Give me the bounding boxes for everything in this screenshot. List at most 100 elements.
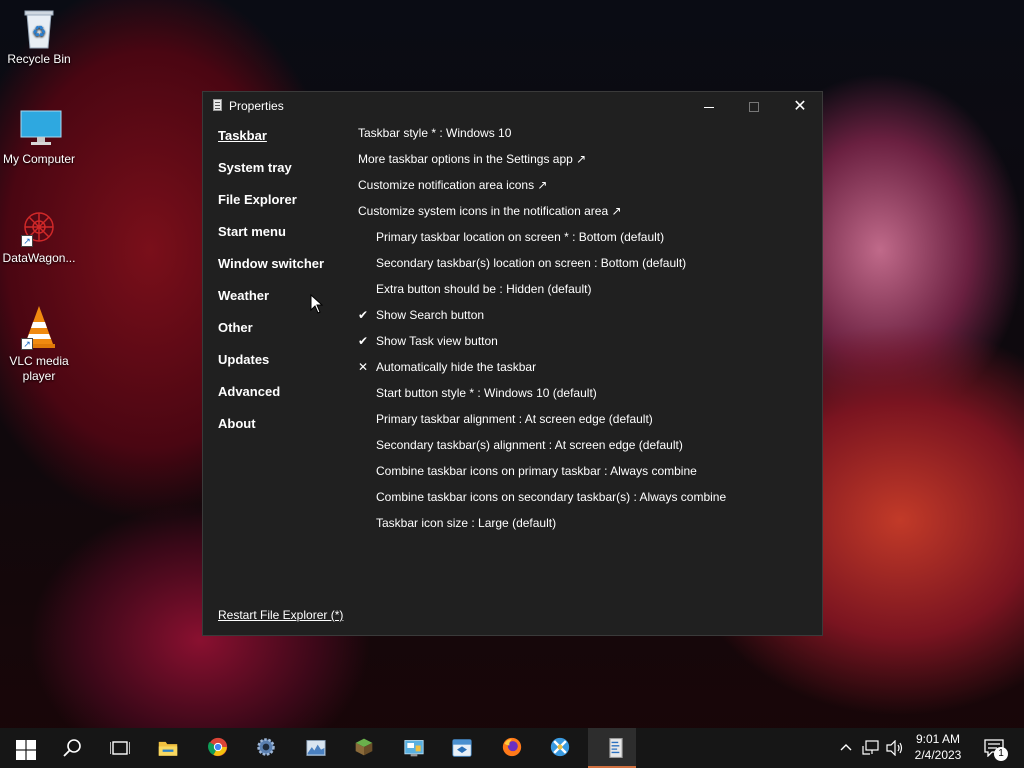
close-icon: ✕ bbox=[793, 98, 807, 115]
setting-start-button-style[interactable]: Start button style * : Windows 10 (defau… bbox=[358, 386, 818, 412]
taskbar: 9:01 AM 2/4/2023 1 bbox=[0, 728, 1024, 768]
desktop-icon-label: DataWagon... bbox=[2, 251, 76, 265]
monitor-icon bbox=[19, 108, 62, 148]
sidebar-item-other[interactable]: Other bbox=[218, 320, 324, 352]
desktop-icon-label: Recycle Bin bbox=[7, 52, 71, 66]
desktop-icon-label: My Computer bbox=[2, 152, 76, 166]
properties-app-icon bbox=[213, 99, 222, 111]
sidebar-item-system-tray[interactable]: System tray bbox=[218, 160, 324, 192]
maximize-button[interactable] bbox=[731, 92, 777, 120]
setting-extra-button[interactable]: Extra button should be : Hidden (default… bbox=[358, 282, 818, 308]
sidebar-item-taskbar[interactable]: Taskbar bbox=[218, 128, 324, 160]
setting-icon-size[interactable]: Taskbar icon size : Large (default) bbox=[358, 516, 818, 542]
setting-auto-hide-taskbar[interactable]: ✕ Automatically hide the taskbar bbox=[358, 360, 818, 386]
properties-app-icon bbox=[609, 738, 623, 758]
setting-label: Show Search button bbox=[376, 308, 485, 322]
settings-gear-icon bbox=[257, 738, 275, 756]
link-system-icons[interactable]: Customize system icons in the notificati… bbox=[358, 204, 818, 230]
setting-label: Taskbar style * : Windows 10 bbox=[358, 126, 512, 140]
setting-primary-location[interactable]: Primary taskbar location on screen * : B… bbox=[358, 230, 818, 256]
sidebar-item-advanced[interactable]: Advanced bbox=[218, 384, 324, 416]
maximize-icon bbox=[749, 102, 759, 113]
taskbar-app-tool[interactable] bbox=[538, 728, 586, 768]
setting-label: Secondary taskbar(s) alignment : At scre… bbox=[376, 438, 683, 452]
setting-secondary-location[interactable]: Secondary taskbar(s) location on screen … bbox=[358, 256, 818, 282]
taskbar-app-file-explorer[interactable] bbox=[146, 728, 194, 768]
setting-label: Primary taskbar location on screen * : B… bbox=[376, 230, 665, 244]
vlc-icon: ↗ bbox=[19, 304, 59, 350]
restart-explorer-link[interactable]: Restart File Explorer (*) bbox=[218, 608, 343, 622]
datawagon-icon: ↗ bbox=[19, 207, 59, 247]
clock-time: 9:01 AM bbox=[915, 732, 961, 746]
taskbar-app-settings[interactable] bbox=[244, 728, 292, 768]
taskbar-app-monitor[interactable] bbox=[294, 728, 342, 768]
network-icon[interactable] bbox=[862, 740, 880, 756]
taskbar-app-minecraft[interactable] bbox=[342, 728, 390, 768]
sidebar-item-updates[interactable]: Updates bbox=[218, 352, 324, 384]
checkmark-icon: ✔ bbox=[358, 308, 369, 322]
setting-label: Taskbar icon size : Large (default) bbox=[376, 516, 557, 530]
desktop-icon-datawagon[interactable]: ↗ DataWagon... bbox=[0, 207, 78, 266]
setting-label: Customize system icons in the notificati… bbox=[358, 204, 622, 218]
task-view-icon bbox=[110, 741, 130, 755]
mouse-cursor-icon bbox=[310, 294, 324, 314]
start-icon bbox=[16, 740, 36, 760]
setting-taskbar-style[interactable]: Taskbar style * : Windows 10 bbox=[358, 126, 818, 152]
setting-label: Show Task view button bbox=[376, 334, 498, 348]
notification-center-button[interactable]: 1 bbox=[978, 728, 1018, 768]
taskbar-app-control-panel[interactable] bbox=[392, 728, 440, 768]
search-icon bbox=[63, 739, 81, 757]
setting-primary-alignment[interactable]: Primary taskbar alignment : At screen ed… bbox=[358, 412, 818, 438]
chrome-icon bbox=[208, 737, 228, 757]
app-window-icon bbox=[452, 739, 472, 757]
window-title: Properties bbox=[229, 99, 284, 113]
taskbar-app-firefox[interactable] bbox=[490, 728, 538, 768]
settings-list: Taskbar style * : Windows 10 More taskba… bbox=[358, 126, 818, 542]
cross-mark-icon: ✕ bbox=[358, 360, 369, 374]
clock[interactable]: 9:01 AM 2/4/2023 bbox=[904, 731, 972, 763]
setting-combine-primary[interactable]: Combine taskbar icons on primary taskbar… bbox=[358, 464, 818, 490]
minecraft-icon bbox=[355, 738, 373, 756]
sidebar-nav: Taskbar System tray File Explorer Start … bbox=[218, 128, 324, 448]
desktop-icon-recycle-bin[interactable]: ♻ Recycle Bin bbox=[0, 8, 78, 67]
notification-count-badge: 1 bbox=[994, 747, 1008, 761]
taskbar-app-properties[interactable] bbox=[588, 728, 636, 768]
link-settings-app-options[interactable]: More taskbar options in the Settings app… bbox=[358, 152, 818, 178]
checkmark-icon: ✔ bbox=[358, 334, 369, 348]
taskbar-app-chrome[interactable] bbox=[196, 728, 244, 768]
title-bar[interactable]: Properties ✕ bbox=[203, 92, 822, 120]
firefox-icon bbox=[502, 737, 522, 757]
setting-label: Extra button should be : Hidden (default… bbox=[376, 282, 592, 296]
link-notification-area-icons[interactable]: Customize notification area icons ↗ bbox=[358, 178, 818, 204]
shortcut-arrow-icon: ↗ bbox=[21, 235, 33, 247]
task-view-button[interactable] bbox=[96, 728, 144, 768]
setting-show-task-view-button[interactable]: ✔ Show Task view button bbox=[358, 334, 818, 360]
sidebar-item-start-menu[interactable]: Start menu bbox=[218, 224, 324, 256]
shortcut-arrow-icon: ↗ bbox=[21, 338, 33, 350]
chevron-up-icon[interactable] bbox=[840, 742, 852, 754]
desktop-icon-label: VLC media player bbox=[9, 354, 69, 383]
close-button[interactable]: ✕ bbox=[777, 92, 823, 120]
svg-text:♻: ♻ bbox=[32, 22, 46, 41]
clock-date: 2/4/2023 bbox=[914, 748, 962, 762]
desktop-icon-vlc[interactable]: ↗ VLC media player bbox=[0, 304, 78, 384]
setting-combine-secondary[interactable]: Combine taskbar icons on secondary taskb… bbox=[358, 490, 818, 516]
setting-label: More taskbar options in the Settings app… bbox=[358, 152, 587, 166]
minimize-icon bbox=[704, 106, 714, 108]
volume-icon[interactable] bbox=[886, 740, 904, 756]
setting-label: Start button style * : Windows 10 (defau… bbox=[376, 386, 597, 400]
sidebar-item-about[interactable]: About bbox=[218, 416, 324, 448]
file-explorer-icon bbox=[158, 741, 178, 756]
setting-show-search-button[interactable]: ✔ Show Search button bbox=[358, 308, 818, 334]
sidebar-item-file-explorer[interactable]: File Explorer bbox=[218, 192, 324, 224]
desktop-icon-my-computer[interactable]: My Computer bbox=[0, 108, 78, 167]
search-button[interactable] bbox=[48, 728, 96, 768]
start-button[interactable] bbox=[0, 728, 48, 768]
taskbar-app-window[interactable] bbox=[440, 728, 488, 768]
setting-secondary-alignment[interactable]: Secondary taskbar(s) alignment : At scre… bbox=[358, 438, 818, 464]
setting-label: Secondary taskbar(s) location on screen … bbox=[376, 256, 687, 270]
minimize-button[interactable] bbox=[686, 92, 732, 120]
setting-label: Combine taskbar icons on secondary taskb… bbox=[376, 490, 727, 504]
sidebar-item-window-switcher[interactable]: Window switcher bbox=[218, 256, 324, 288]
sidebar-item-weather[interactable]: Weather bbox=[218, 288, 324, 320]
